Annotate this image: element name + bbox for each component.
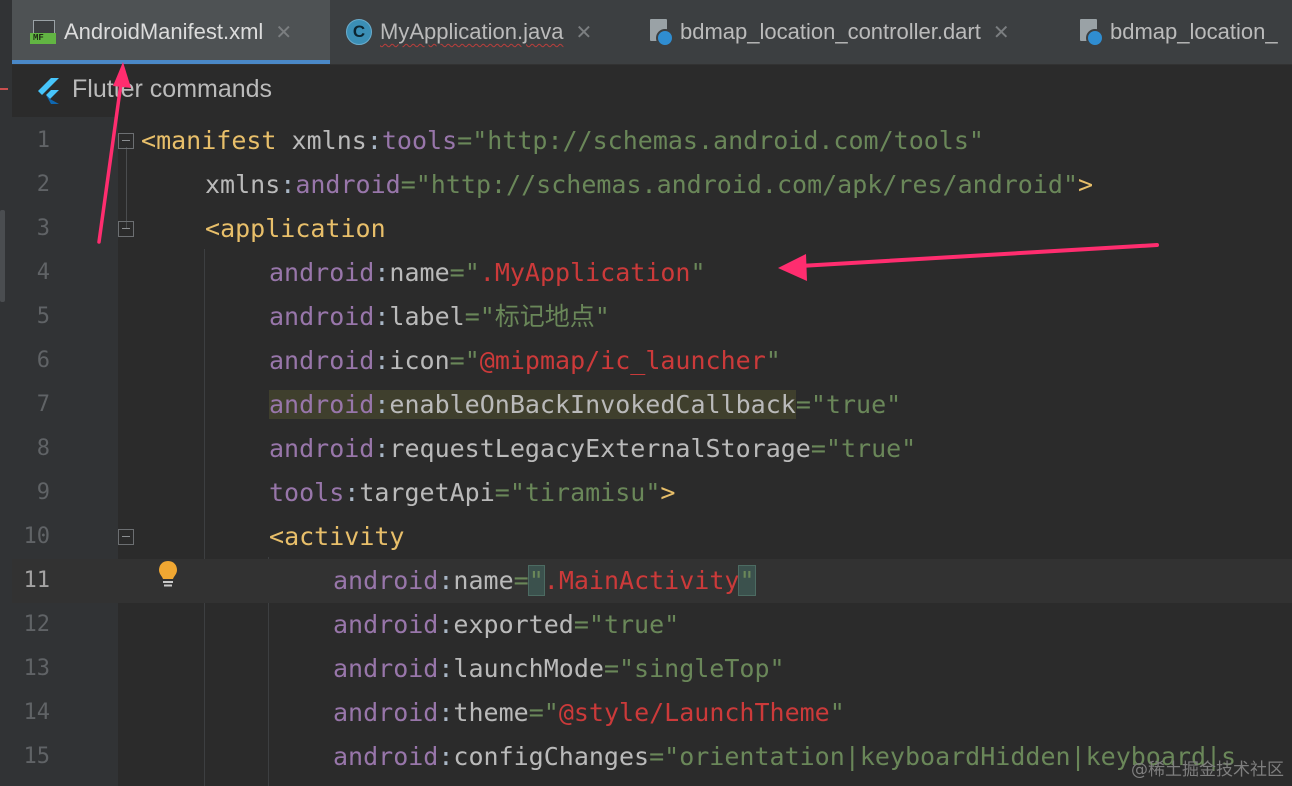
code-text: android:name=".MyApplication" [269, 258, 706, 287]
tab-bdmap-location-controller[interactable]: bdmap_location_controller.dart ✕ [648, 0, 1010, 64]
manifest-file-icon: MF [30, 20, 56, 44]
flutter-icon [38, 78, 59, 104]
line-number: 1 [36, 128, 50, 153]
code-text: android:enableOnBackInvokedCallback="tru… [269, 390, 902, 419]
tab-label: MyApplication.java [380, 19, 564, 44]
lightbulb-icon[interactable] [157, 559, 179, 589]
code-text: android:configChanges="orientation|keybo… [333, 742, 1237, 771]
code-line-6[interactable]: 6 android:icon="@mipmap/ic_launcher" [12, 339, 1292, 383]
tab-bdmap-location[interactable]: bdmap_location_ [1078, 0, 1278, 64]
tab-myapplication[interactable]: C MyApplication.java ✕ [346, 0, 592, 64]
code-line-1[interactable]: 1 <manifest xmlns:tools="http://schemas.… [12, 119, 1292, 163]
code-text: <application [205, 214, 386, 243]
code-text: android:name=".MainActivity" [333, 565, 756, 596]
code-line-5[interactable]: 5 android:label="标记地点" [12, 295, 1292, 339]
line-number: 11 [23, 568, 51, 593]
line-number: 3 [36, 216, 50, 241]
close-icon[interactable]: ✕ [993, 20, 1010, 45]
line-number: 8 [36, 436, 50, 461]
dart-file-icon [1078, 19, 1104, 47]
code-line-9[interactable]: 9 tools:targetApi="tiramisu"> [12, 471, 1292, 515]
code-text: tools:targetApi="tiramisu"> [269, 478, 676, 507]
tab-label: AndroidManifest.xml [64, 19, 264, 44]
dart-file-icon [648, 19, 674, 47]
code-text: <activity [269, 522, 405, 551]
code-line-10[interactable]: 10 <activity [12, 515, 1292, 559]
code-text: android:requestLegacyExternalStorage="tr… [269, 434, 917, 463]
line-number: 9 [36, 480, 50, 505]
line-number: 13 [23, 656, 51, 681]
code-line-3[interactable]: 3 <application [12, 207, 1292, 251]
line-number: 5 [36, 304, 50, 329]
change-marker [0, 88, 8, 90]
flutter-commands-bar: Flutter commands [12, 65, 1292, 117]
code-text: android:theme="@style/LaunchTheme" [333, 698, 845, 727]
fold-toggle[interactable] [118, 529, 134, 545]
code-text: <manifest xmlns:tools="http://schemas.an… [141, 126, 984, 155]
fold-toggle[interactable] [118, 133, 134, 149]
code-text: android:launchMode="singleTop" [333, 654, 785, 683]
code-text: android:exported="true" [333, 610, 680, 639]
line-number: 12 [23, 612, 51, 637]
watermark: @稀土掘金技术社区 [1131, 760, 1284, 780]
tab-androidmanifest[interactable]: MF AndroidManifest.xml ✕ [12, 0, 330, 64]
close-icon[interactable]: ✕ [275, 20, 292, 45]
line-number: 6 [36, 348, 50, 373]
code-line-2[interactable]: 2 xmlns:android="http://schemas.android.… [12, 163, 1292, 207]
line-number: 15 [23, 744, 51, 769]
code-editor[interactable]: 1 <manifest xmlns:tools="http://schemas.… [12, 117, 1292, 786]
active-tab-indicator [12, 60, 330, 64]
panel-scroll-thumb[interactable] [0, 210, 5, 302]
code-line-14[interactable]: 14 android:theme="@style/LaunchTheme" [12, 691, 1292, 735]
line-number: 4 [36, 260, 50, 285]
line-number: 2 [36, 172, 50, 197]
warning-highlight[interactable]: android:enableOnBackInvokedCallback [269, 390, 796, 419]
code-line-8[interactable]: 8 android:requestLegacyExternalStorage="… [12, 427, 1292, 471]
line-number: 10 [23, 524, 51, 549]
code-line-12[interactable]: 12 android:exported="true" [12, 603, 1292, 647]
tab-label: bdmap_location_controller.dart [680, 19, 981, 44]
code-text: android:label="标记地点" [269, 302, 610, 331]
fold-toggle[interactable] [118, 221, 134, 237]
code-line-7[interactable]: 7 android:enableOnBackInvokedCallback="t… [12, 383, 1292, 427]
close-icon[interactable]: ✕ [575, 20, 592, 45]
line-number: 7 [36, 392, 50, 417]
tab-label: bdmap_location_ [1110, 19, 1278, 44]
line-number: 14 [23, 700, 51, 725]
code-line-15[interactable]: 15 android:configChanges="orientation|ke… [12, 735, 1292, 779]
flutter-commands-link[interactable]: Flutter commands [72, 75, 272, 104]
code-text: android:icon="@mipmap/ic_launcher" [269, 346, 781, 375]
editor-tab-bar: MF AndroidManifest.xml ✕ C MyApplication… [12, 0, 1292, 65]
matched-quote: " [738, 565, 756, 596]
code-line-11[interactable]: 11 android:name=".MainActivity" [12, 559, 1292, 603]
java-class-icon: C [346, 19, 372, 45]
code-text: xmlns:android="http://schemas.android.co… [205, 170, 1094, 199]
code-line-13[interactable]: 13 android:launchMode="singleTop" [12, 647, 1292, 691]
code-line-4[interactable]: 4 android:name=".MyApplication" [12, 251, 1292, 295]
matched-quote: " [527, 565, 545, 596]
